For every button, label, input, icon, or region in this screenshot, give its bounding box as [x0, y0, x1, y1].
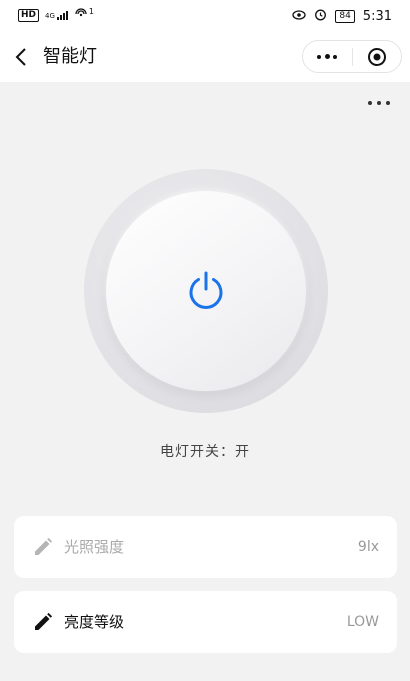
more-icon: [317, 54, 338, 59]
brightness-level-card[interactable]: 亮度等级 LOW: [14, 591, 397, 653]
nav-bar: 智能灯: [0, 32, 410, 82]
alarm-icon: [314, 8, 327, 24]
brightness-level-label: 亮度等级: [64, 613, 125, 631]
page-title: 智能灯: [43, 46, 97, 67]
eye-icon: [292, 9, 306, 23]
battery-indicator: 84: [335, 9, 355, 23]
light-intensity-label: 光照强度: [64, 538, 125, 556]
pencil-icon: [32, 536, 54, 558]
hotspot-count: 1: [88, 7, 94, 16]
clock: 5:31: [362, 8, 392, 24]
pencil-icon: [32, 611, 54, 633]
hd-badge: HD: [18, 9, 40, 22]
status-left: HD 4G 1: [18, 7, 94, 23]
close-button[interactable]: [353, 41, 402, 72]
signal-icon: 4G: [45, 11, 68, 20]
chevron-left-icon: [15, 48, 26, 66]
dot: [377, 101, 381, 105]
network-label: 4G: [45, 12, 55, 20]
light-intensity-card[interactable]: 光照强度 9lx: [14, 516, 397, 578]
light-intensity-value: 9lx: [357, 539, 379, 555]
target-icon: [367, 47, 386, 66]
menu-button[interactable]: [303, 41, 352, 72]
dot: [368, 101, 372, 105]
switch-status-label: 电灯开关：开: [160, 444, 250, 460]
mini-program-capsule: [302, 40, 402, 73]
page-more-button[interactable]: [368, 98, 390, 108]
status-right: 84 5:31: [292, 8, 392, 24]
hotspot-icon: [74, 8, 88, 23]
status-bar: HD 4G 1 84 5:31: [0, 0, 410, 32]
back-button[interactable]: [10, 45, 34, 69]
dot: [386, 101, 390, 105]
power-icon: [184, 269, 228, 313]
brightness-level-value: LOW: [346, 614, 379, 630]
